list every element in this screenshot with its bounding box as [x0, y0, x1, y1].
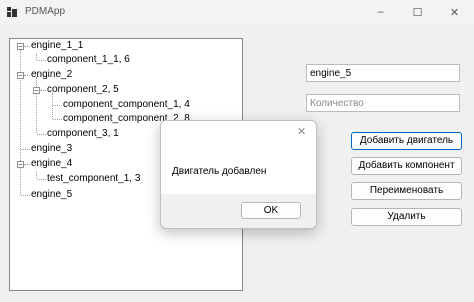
tree-node-component-3[interactable]: component_3, 1: [47, 128, 119, 140]
dialog-body: [161, 121, 316, 194]
tree-node-test-component-1[interactable]: test_component_1, 3: [47, 173, 140, 185]
collapse-toggle-engine-4[interactable]: −: [17, 161, 24, 169]
name-input-value: engine_5: [310, 68, 352, 79]
dialog-message: Двигатель добавлен: [172, 166, 267, 177]
tree-node-component-component-1[interactable]: component_component_1, 4: [63, 99, 190, 111]
tree-node-engine-3[interactable]: engine_3: [31, 143, 72, 155]
tree-node-engine-1-1[interactable]: engine_1_1: [31, 40, 83, 52]
dialog-close-icon[interactable]: ✕: [297, 125, 306, 138]
tree-node-engine-2[interactable]: engine_2: [31, 69, 72, 81]
dialog-ok-button[interactable]: OK: [241, 202, 301, 219]
collapse-toggle-engine-1-1[interactable]: −: [17, 43, 24, 51]
window-title: PDMApp: [25, 6, 66, 17]
name-input[interactable]: engine_5: [306, 64, 460, 82]
tree-node-engine-4[interactable]: engine_4: [31, 158, 72, 170]
delete-button[interactable]: Удалить: [351, 208, 462, 226]
collapse-toggle-component-2[interactable]: −: [33, 87, 40, 95]
maximize-button[interactable]: ☐: [399, 0, 436, 24]
tree-node-component-1-1[interactable]: component_1_1, 6: [47, 54, 130, 66]
tree-node-component-2[interactable]: component_2, 5: [47, 84, 119, 96]
title-bar: PDMApp – ☐ ✕: [0, 0, 474, 24]
rename-button[interactable]: Переименовать: [351, 182, 462, 200]
add-engine-button[interactable]: Добавить двигатель: [351, 132, 462, 150]
close-window-button[interactable]: ✕: [436, 0, 473, 24]
add-component-button[interactable]: Добавить компонент: [351, 157, 462, 175]
collapse-toggle-engine-2[interactable]: −: [17, 72, 24, 80]
quantity-input[interactable]: Количество: [306, 94, 460, 112]
quantity-input-placeholder: Количество: [310, 98, 364, 109]
tree-node-engine-5[interactable]: engine_5: [31, 189, 72, 201]
app-icon: [7, 7, 17, 17]
minimize-button[interactable]: –: [362, 0, 399, 24]
message-dialog: ✕ Двигатель добавлен OK: [160, 120, 317, 229]
